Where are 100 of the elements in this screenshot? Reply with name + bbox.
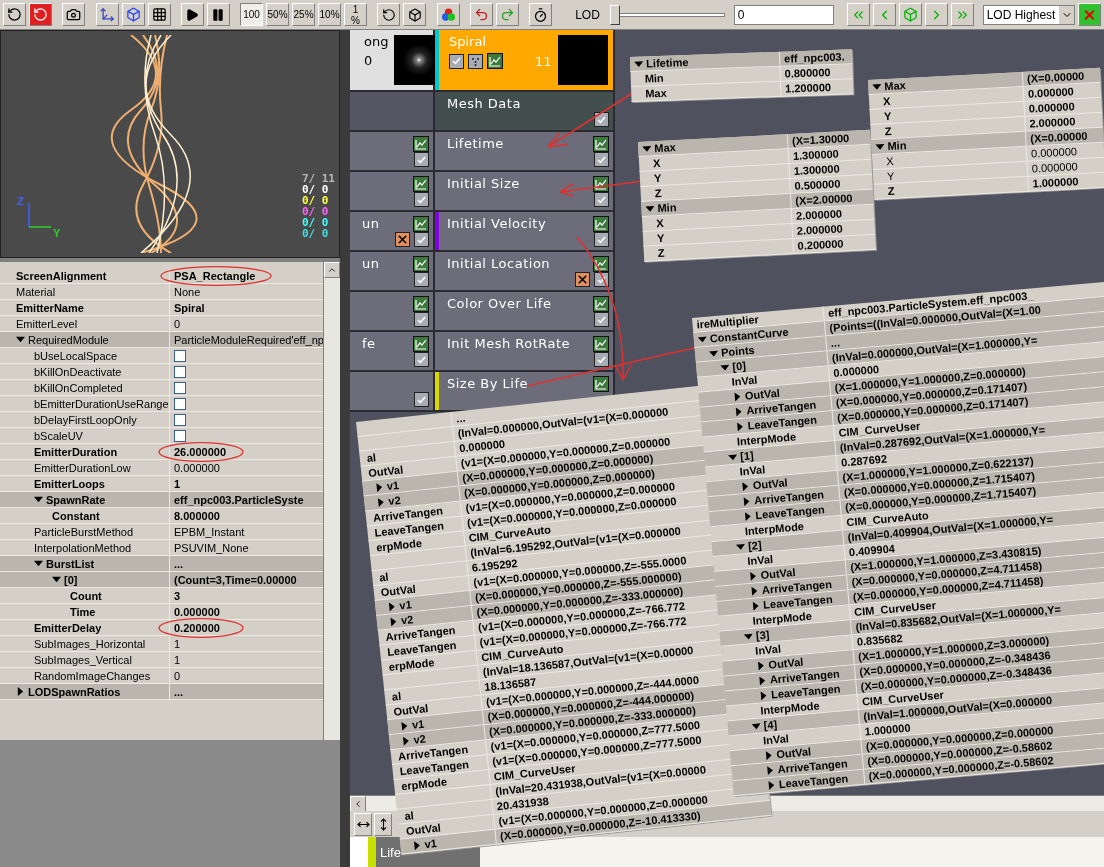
loop-button[interactable] (377, 3, 401, 26)
collapse-triangle-icon[interactable] (756, 660, 766, 671)
fit-vertical-button[interactable] (374, 812, 392, 836)
pause-button[interactable] (206, 3, 230, 26)
curve-graph-icon[interactable] (413, 136, 429, 152)
collapse-triangle-icon[interactable] (16, 687, 25, 696)
collapse-triangle-icon[interactable] (765, 765, 776, 775)
redo-button[interactable] (495, 3, 519, 26)
checkbox[interactable] (594, 232, 609, 247)
collapse-triangle-icon[interactable] (743, 511, 753, 521)
collapse-triangle-icon[interactable] (750, 600, 761, 611)
expand-triangle-icon[interactable] (727, 452, 738, 462)
module-block[interactable] (350, 132, 433, 172)
lod-input-field[interactable]: 0 (733, 4, 834, 25)
speed-button[interactable]: 50% (266, 3, 290, 26)
undo-button[interactable] (469, 3, 493, 26)
module-block[interactable] (350, 372, 433, 412)
module-block[interactable]: un (350, 212, 433, 252)
collapse-triangle-icon[interactable] (764, 750, 774, 760)
fit-horizontal-button[interactable] (354, 812, 372, 836)
expand-triangle-icon[interactable] (735, 541, 746, 552)
expand-triangle-icon[interactable] (697, 334, 708, 345)
expand-triangle-icon[interactable] (751, 721, 762, 731)
checkbox[interactable] (414, 152, 429, 167)
checkbox[interactable] (594, 112, 609, 127)
expand-triangle-icon[interactable] (743, 631, 754, 642)
expand-triangle-icon[interactable] (708, 348, 719, 359)
collapse-triangle-icon[interactable] (374, 481, 385, 492)
module-block[interactable]: Color Over Life (435, 292, 613, 332)
expand-triangle-icon[interactable] (16, 335, 25, 344)
collapse-triangle-icon[interactable] (399, 720, 410, 731)
speed-button[interactable]: 1 % (344, 3, 368, 26)
collapse-triangle-icon[interactable] (387, 601, 397, 612)
last-lod-button[interactable] (950, 3, 974, 26)
curve-graph-icon[interactable] (413, 296, 429, 312)
checkbox[interactable] (174, 397, 186, 410)
collapse-triangle-icon[interactable] (388, 616, 399, 627)
module-block[interactable]: Mesh Data (435, 92, 613, 132)
camera-button[interactable] (62, 3, 86, 26)
checkbox[interactable] (174, 413, 186, 426)
expand-triangle-icon[interactable] (34, 559, 43, 568)
checkbox[interactable] (594, 312, 609, 327)
collapse-triangle-icon[interactable] (733, 406, 744, 417)
speed-button[interactable]: 100 (240, 3, 264, 26)
collapse-triangle-icon[interactable] (758, 690, 769, 701)
curve-graph-icon[interactable] (413, 216, 429, 232)
curve-graph-icon[interactable] (593, 336, 609, 352)
particle-preview-viewport[interactable]: Z Y 7/ 11 0/ 0 0/ 0 0/ 0 0/ 0 0/ 0 (0, 30, 340, 258)
expand-triangle-icon[interactable] (720, 362, 730, 373)
module-block[interactable] (350, 172, 433, 212)
collapse-triangle-icon[interactable] (412, 840, 422, 850)
module-block[interactable]: Initial Velocity (435, 212, 613, 252)
curve-graph-icon[interactable] (413, 176, 429, 192)
restart-button[interactable] (3, 3, 26, 26)
module-block[interactable]: Initial Size (435, 172, 613, 212)
checkbox[interactable] (174, 429, 186, 442)
module-block[interactable]: fe (350, 332, 433, 372)
scroll-up-button[interactable] (324, 262, 340, 278)
collapse-triangle-icon[interactable] (741, 496, 752, 506)
checkbox[interactable] (174, 349, 186, 362)
dots-icon[interactable] (468, 53, 483, 69)
lod-select[interactable]: LOD Highest (982, 4, 1076, 25)
checkbox[interactable] (414, 312, 429, 327)
add-lod-button[interactable] (898, 3, 922, 26)
speed-button[interactable]: 25% (292, 3, 316, 26)
collapse-triangle-icon[interactable] (757, 675, 768, 686)
checkbox[interactable] (414, 192, 429, 207)
checkbox[interactable] (414, 272, 429, 287)
curve-graph-icon[interactable] (487, 53, 503, 69)
expand-triangle-icon[interactable] (34, 495, 43, 504)
collapse-triangle-icon[interactable] (735, 421, 745, 432)
curve-graph-icon[interactable] (413, 336, 429, 352)
lod-slider[interactable] (609, 4, 728, 25)
expand-triangle-icon[interactable] (872, 81, 882, 92)
next-lod-button[interactable] (924, 3, 948, 26)
scrollbar[interactable] (323, 262, 340, 740)
emitter-header[interactable]: ong 0 (350, 30, 433, 92)
wireframe-cube-button[interactable] (121, 3, 145, 26)
checkbox[interactable] (174, 381, 186, 394)
collapse-triangle-icon[interactable] (749, 585, 760, 596)
checkbox[interactable] (414, 232, 429, 247)
previous-lod-button[interactable] (872, 3, 896, 26)
checkbox[interactable] (594, 192, 609, 207)
curve-graph-icon[interactable] (593, 296, 609, 312)
checkbox[interactable] (414, 392, 429, 407)
color-circles-button[interactable] (436, 3, 460, 26)
expand-triangle-icon[interactable] (875, 141, 885, 152)
curve-graph-icon[interactable] (593, 136, 609, 152)
scroll-left-button[interactable] (350, 796, 366, 812)
expand-triangle-icon[interactable] (52, 575, 61, 584)
collapse-triangle-icon[interactable] (766, 779, 777, 790)
x-mark-icon[interactable] (575, 272, 590, 287)
axes-button[interactable] (95, 3, 119, 26)
checkbox[interactable] (414, 352, 429, 367)
collapse-triangle-icon[interactable] (740, 481, 751, 491)
module-block[interactable]: Init Mesh RotRate (435, 332, 613, 372)
expand-triangle-icon[interactable] (634, 59, 644, 69)
curve-graph-icon[interactable] (593, 176, 609, 192)
collapse-triangle-icon[interactable] (732, 391, 743, 402)
curve-graph-icon[interactable] (593, 216, 609, 232)
